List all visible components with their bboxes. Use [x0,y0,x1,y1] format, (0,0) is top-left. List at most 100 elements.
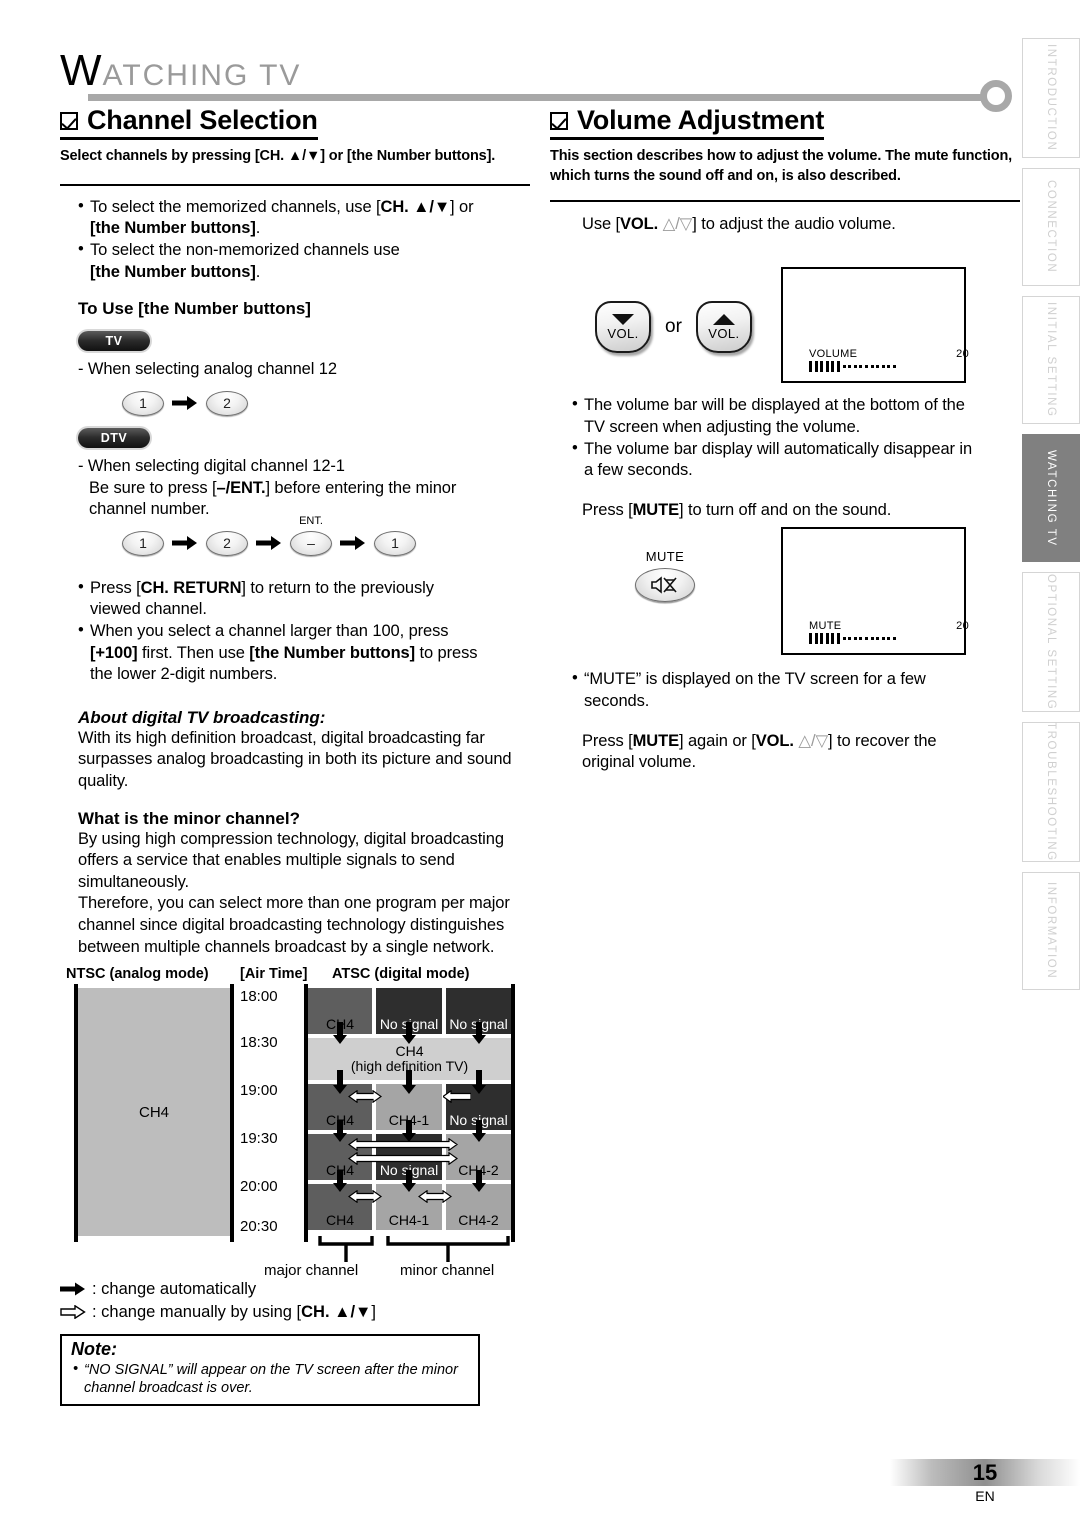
volume-adjustment-heading: Volume Adjustment [550,105,824,140]
remote-key-2[interactable]: 2 [206,530,248,556]
legend-manual-c: ] [371,1302,376,1321]
recover-f: ] to recover the [828,731,937,750]
tab-information-label: INFORMATION [1045,882,1057,980]
dtv-badge-wrap: DTV [60,427,530,448]
broadcast-timeline-diagram: NTSC (analog mode) [Air Time] ATSC (digi… [60,966,530,1279]
time-1830: 18:30 [240,1034,278,1052]
bullet-plus100-f: the lower 2-digit numbers. [90,665,278,684]
tv-screen-volume: VOLUME 20 [781,267,969,384]
bullet-memorized: To select the memorized channels, use [C… [78,196,530,240]
volume-adjustment-subtitle: This section describes how to adjust the… [550,148,1013,184]
bullet-volume-bar: The volume bar will be displayed at the … [572,394,1020,438]
time-2000: 20:00 [240,1178,278,1196]
arrow-right-icon [171,531,199,556]
bullet-volume-bar-a: The volume bar will be displayed at the … [584,396,965,415]
time-1900: 19:00 [240,1082,278,1100]
remote-key-ent[interactable]: – [290,515,332,556]
use-vol-triangles: △/▽ [662,214,693,233]
manual-change-arrow-icon [347,1189,383,1208]
legend-manual-a: : change manually by using [ [92,1302,302,1321]
use-vol-instruction: Use [VOL. △/▽] to adjust the audio volum… [582,214,1020,236]
legend-manual-label: : change manually by using [CH. ▲/▼] [92,1301,376,1323]
legend-manual-b: CH. ▲/▼ [301,1302,372,1321]
remote-key-1b[interactable]: 1 [374,530,416,556]
mute-illustration: MUTE MUTE 20 [550,527,1020,657]
page-number-bar: 15 [890,1459,1080,1486]
tab-information[interactable]: INFORMATION [1022,872,1080,990]
remote-key-1[interactable]: 1 [122,390,164,416]
header-rule [88,94,988,101]
digital-instruction-line2c: ] before entering the minor [265,478,457,497]
page-language: EN [975,1488,995,1504]
note-body: “NO SIGNAL” will appear on the TV screen… [73,1360,469,1398]
bullet-non-memorized-a: To select the non-memorized channels use [90,241,400,260]
tab-watching-tv-label: WATCHING TV [1045,449,1057,547]
bullet-memorized-e: . [255,219,261,238]
osd-mute-value: 20 [956,620,969,633]
left-column: Channel Selection Select channels by pre… [60,105,530,1407]
checkbox-icon [550,111,568,130]
channel-bullets-2: Press [CH. RETURN] to return to the prev… [78,577,530,686]
tab-connection[interactable]: CONNECTION [1022,168,1080,286]
tab-introduction[interactable]: INTRODUCTION [1022,38,1080,158]
down-arrow-icon [471,1120,487,1147]
use-vol-b: VOL. [620,214,663,233]
time-1800: 18:00 [240,988,278,1006]
channel-bullets: To select the memorized channels, use [C… [78,196,530,283]
note-title: Note: [71,1338,117,1359]
down-arrow-icon [471,1070,487,1099]
tab-troubleshooting[interactable]: TROUBLESHOOTING [1022,722,1080,862]
bullet-volume-disappear: The volume bar display will automaticall… [572,438,1020,482]
osd-mute-bar [809,633,969,645]
right-column: Volume Adjustment This section describes… [550,105,1020,774]
recover-b: MUTE [632,731,680,750]
down-arrow-icon [401,1170,417,1197]
digital-instruction-line2a: Be sure to press [ [89,478,217,497]
tab-optional-setting[interactable]: OPTIONAL SETTING [1022,572,1080,712]
remote-key-2[interactable]: 2 [206,390,248,416]
down-arrow-icon [471,1022,487,1049]
remote-key-1[interactable]: 1 [122,530,164,556]
heading-use-number-buttons: To Use [the Number buttons] [78,299,311,319]
bullet-ch-return-c: ] to return to the previously [241,578,434,597]
down-arrow-icon [332,1120,348,1147]
channel-selection-heading: Channel Selection [60,105,318,140]
triangle-up-icon [712,313,735,325]
manual-change-arrow-icon [417,1189,453,1208]
recover-triangles: △/▽ [798,731,829,750]
tab-optional-setting-label: OPTIONAL SETTING [1045,573,1057,711]
major-channel-label: major channel [264,1262,359,1280]
diagram-atsc-header: ATSC (digital mode) [332,966,470,983]
recover-g: original volume. [582,753,696,772]
recover-a: Press [ [582,731,633,750]
down-arrow-icon [401,1022,417,1049]
minor-channel-label: minor channel [400,1262,495,1280]
tab-connection-label: CONNECTION [1045,180,1057,274]
analog-instruction: - When selecting analog channel 12 [78,360,337,379]
volume-adjustment-title: Volume Adjustment [577,105,825,135]
bullet-plus100-d: [the Number buttons] [249,643,416,662]
down-arrow-icon [332,1022,348,1049]
mute-button[interactable] [635,568,695,603]
tab-troubleshooting-label: TROUBLESHOOTING [1045,722,1057,862]
osd-mute-top: MUTE 20 [809,620,969,632]
tab-initial-setting[interactable]: INITIAL SETTING [1022,296,1080,424]
arrow-right-icon [255,531,283,556]
legend-auto-label: : change automatically [92,1280,257,1299]
vol-up-button[interactable]: VOL. [695,301,752,354]
tab-watching-tv[interactable]: WATCHING TV [1022,434,1080,562]
use-vol-d: ] to adjust the audio volume. [692,214,896,233]
mute-key-caption: MUTE [645,549,685,565]
page-footer: 15 EN [890,1459,1080,1504]
ntsc-right-rule [230,984,234,1243]
digital-instruction-key: –/ENT. [216,478,266,497]
tab-initial-setting-label: INITIAL SETTING [1045,302,1057,418]
bullet-volume-bar-b: TV screen when adjusting the volume. [584,417,861,436]
mute-speaker-icon [651,576,677,595]
vol-down-button[interactable]: VOL. [595,301,651,354]
time-1930: 19:30 [240,1130,278,1148]
divider [60,183,530,186]
section-tabs: INTRODUCTION CONNECTION INITIAL SETTING … [1022,38,1080,1000]
bullet-memorized-c: ] or [450,197,474,216]
manual-change-arrow-icon [441,1089,472,1108]
